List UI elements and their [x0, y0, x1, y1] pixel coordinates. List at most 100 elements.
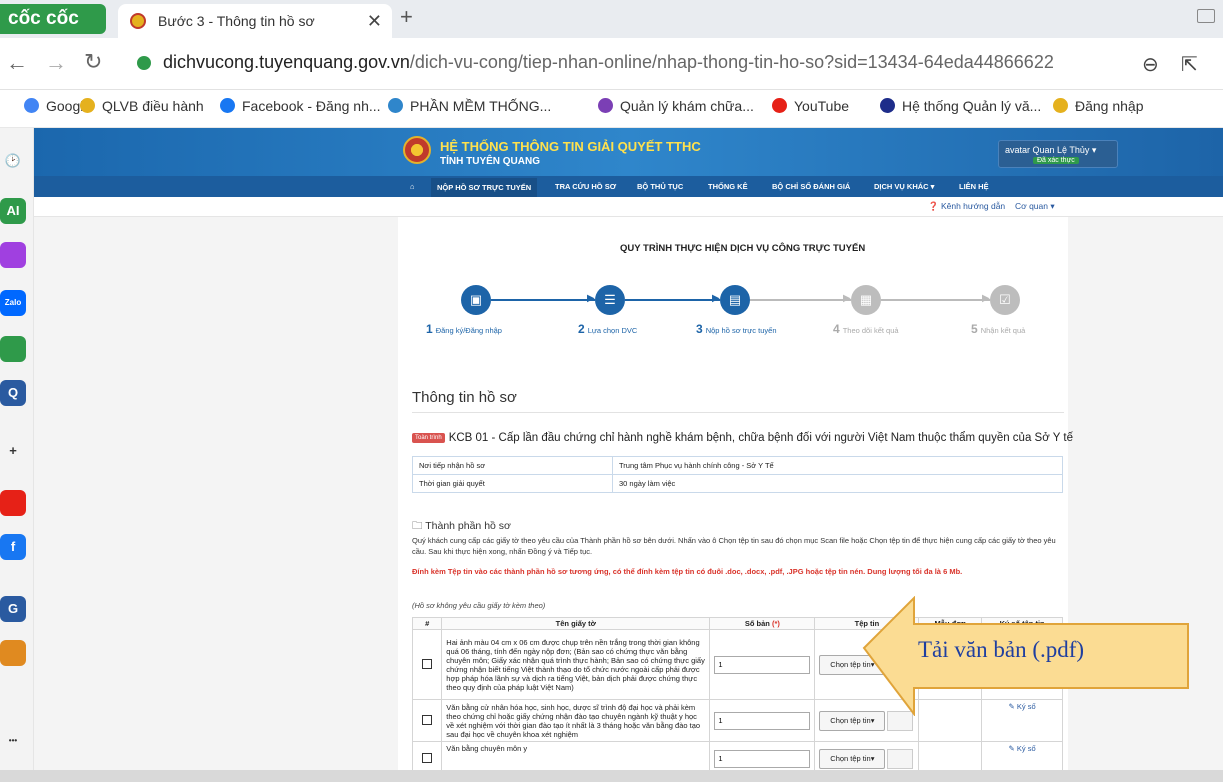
- bookmark-item[interactable]: Facebook - Đăng nh...: [220, 98, 381, 114]
- plus-icon[interactable]: +: [0, 438, 26, 464]
- step-4-icon: ▦: [851, 285, 881, 315]
- step-number: 5: [971, 322, 978, 336]
- step-connector: [625, 299, 720, 301]
- close-tab-icon[interactable]: ✕: [367, 4, 382, 38]
- url-path: /dich-vu-cong/tiep-nhan-online/nhap-thon…: [409, 52, 1054, 72]
- row-checkbox[interactable]: [422, 658, 433, 669]
- nav-procedures[interactable]: BỘ THỦ TỤC: [637, 182, 683, 191]
- step-label: 2 Lựa chọn DVC: [578, 322, 637, 336]
- bookmark-item[interactable]: Hệ thống Quản lý vă...: [880, 98, 1041, 114]
- choose-file-button[interactable]: Chọn tệp tin▾: [819, 748, 886, 769]
- browser-logo[interactable]: cốc cốc: [0, 4, 106, 34]
- more-icon[interactable]: •••: [0, 728, 26, 754]
- step-connector: [491, 299, 595, 301]
- copies-input[interactable]: [714, 655, 811, 674]
- divider: [412, 412, 1064, 413]
- info-value: 30 ngày làm việc: [612, 474, 1063, 493]
- nav-evaluation[interactable]: BỘ CHỈ SỐ ĐÁNH GIÁ: [772, 182, 850, 191]
- url-field[interactable]: dichvucong.tuyenquang.gov.vn/dich-vu-con…: [163, 52, 1054, 73]
- user-name: avatar Quan Lệ Thủy ▾: [1005, 145, 1097, 155]
- bookmark-favicon-icon: [1053, 98, 1068, 113]
- digital-sign-link[interactable]: ✎ Ký số: [1009, 744, 1036, 753]
- bookmark-favicon-icon: [24, 98, 39, 113]
- window-list-icon[interactable]: [1197, 9, 1215, 23]
- copies-input[interactable]: [714, 711, 811, 730]
- step-text: Nộp hồ sơ trực tuyến: [705, 326, 777, 335]
- step-text: Nhận kết quả: [980, 326, 1026, 335]
- bookmark-label: Facebook - Đăng nh...: [242, 98, 381, 114]
- procedure-title: KCB 01 - Cấp lần đầu chứng chỉ hành nghề…: [448, 432, 1073, 444]
- bookmark-label: PHẦN MỀM THỐNG...: [410, 98, 552, 114]
- info-label: Nơi tiếp nhận hồ sơ: [412, 456, 613, 475]
- new-tab-button[interactable]: +: [400, 4, 413, 30]
- reload-icon[interactable]: ↻: [84, 49, 102, 75]
- share-icon[interactable]: ⇱: [1181, 52, 1198, 77]
- row-checkbox[interactable]: [422, 714, 433, 725]
- step-number: 1: [426, 322, 433, 336]
- zalo-icon[interactable]: Zalo: [0, 290, 26, 316]
- step-3-icon: ▤: [720, 285, 750, 315]
- full-online-badge: Toàn trình: [412, 433, 445, 443]
- agency-dropdown[interactable]: Cơ quan ▾: [1015, 201, 1055, 212]
- step-label: 4 Theo dõi kết quả: [833, 322, 899, 336]
- col-copies-label: Số bản: [744, 619, 770, 628]
- chat-icon[interactable]: [0, 336, 26, 362]
- facebook-icon[interactable]: f: [0, 534, 26, 560]
- zoom-out-icon[interactable]: ⊖: [1142, 52, 1159, 77]
- bottom-scrollbar[interactable]: [0, 770, 1223, 782]
- bookmark-item[interactable]: PHẦN MỀM THỐNG...: [388, 98, 551, 114]
- info-label: Thời gian giải quyết: [412, 474, 613, 493]
- callout-text: Tải văn bản (.pdf): [918, 637, 1085, 662]
- step-text: Đăng ký/Đăng nhập: [435, 326, 502, 335]
- secure-lock-icon[interactable]: [137, 56, 151, 70]
- table-row: Nơi tiếp nhận hồ sơ Trung tâm Phục vụ hà…: [412, 456, 1063, 475]
- row-checkbox[interactable]: [422, 752, 433, 763]
- doc-name: Hai ảnh màu 04 cm x 06 cm được chụp trên…: [441, 629, 711, 700]
- colorful-icon[interactable]: [0, 640, 26, 666]
- step-connector: [750, 299, 851, 301]
- nav-contact[interactable]: LIÊN HỆ: [959, 182, 989, 191]
- site-favicon-icon: [130, 13, 146, 29]
- back-icon[interactable]: ←: [6, 50, 28, 76]
- bookmark-item[interactable]: YouTube: [772, 98, 849, 114]
- nav-other-services[interactable]: DỊCH VỤ KHÁC ▾: [874, 182, 934, 191]
- attachment-warning: Đính kèm Tệp tin vào các thành phần hồ s…: [412, 567, 963, 576]
- nav-statistics[interactable]: THỐNG KÊ: [708, 182, 748, 191]
- forward-icon[interactable]: →: [45, 50, 67, 76]
- messenger-icon[interactable]: [0, 242, 26, 268]
- col-index: #: [411, 617, 443, 630]
- col-copies: Số bản (*): [709, 617, 816, 630]
- bookmark-favicon-icon: [220, 98, 235, 113]
- nav-lookup[interactable]: TRA CỨU HỒ SƠ: [555, 182, 616, 191]
- step-number: 4: [833, 322, 840, 336]
- search-app-icon[interactable]: Q: [0, 380, 26, 406]
- row-checkbox-cell: [411, 629, 443, 700]
- section-title: Thông tin hồ sơ: [412, 389, 517, 406]
- gemini-icon[interactable]: G: [0, 596, 26, 622]
- url-domain: dichvucong.tuyenquang.gov.vn: [163, 52, 410, 72]
- copies-input[interactable]: [714, 749, 811, 768]
- ai-icon[interactable]: AI: [0, 198, 26, 224]
- file-preview-box: [887, 748, 914, 769]
- national-emblem-icon: [403, 136, 431, 164]
- user-menu-button[interactable]: avatar Quan Lệ Thủy ▾ Đã xác thực: [998, 140, 1118, 168]
- clock-icon[interactable]: 🕑: [0, 148, 26, 174]
- bookmark-favicon-icon: [80, 98, 95, 113]
- step-label: 5 Nhận kết quả: [971, 322, 1025, 336]
- step-label: 1 Đăng ký/Đăng nhập: [426, 322, 502, 336]
- row-checkbox-cell: [411, 699, 443, 742]
- step-arrow-icon: ▶: [587, 293, 595, 304]
- step-5-icon: ☑: [990, 285, 1020, 315]
- browser-tab-active[interactable]: Bước 3 - Thông tin hồ sơ ✕: [118, 4, 392, 38]
- bookmark-item[interactable]: QLVB điều hành: [80, 98, 204, 114]
- bookmark-label: QLVB điều hành: [102, 98, 204, 114]
- doc-name: Văn bằng cử nhân hóa học, sinh học, dược…: [441, 699, 711, 742]
- bookmark-item[interactable]: Quản lý khám chữa...: [598, 98, 754, 114]
- youtube-icon[interactable]: [0, 490, 26, 516]
- bookmark-label: Hệ thống Quản lý vă...: [902, 98, 1042, 114]
- info-value: Trung tâm Phục vụ hành chính công - Sở Y…: [612, 456, 1063, 475]
- home-icon[interactable]: ⌂: [410, 182, 415, 191]
- nav-submit-online[interactable]: NỘP HỒ SƠ TRỰC TUYẾN: [431, 178, 538, 197]
- bookmark-item[interactable]: Đăng nhập: [1053, 98, 1144, 114]
- guide-link[interactable]: ❓ Kênh hướng dẫn: [928, 201, 1005, 212]
